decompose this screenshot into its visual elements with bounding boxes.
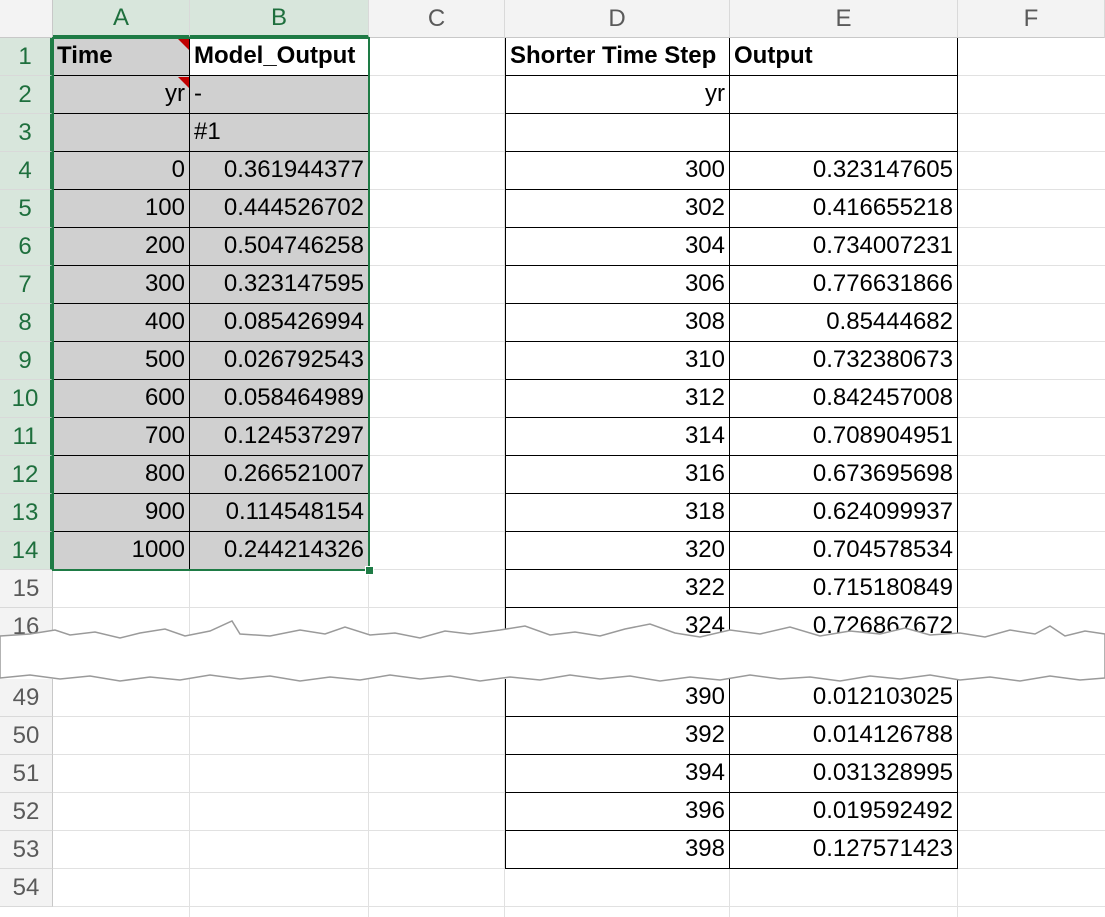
- header-time[interactable]: Time: [53, 38, 190, 76]
- row-header-7[interactable]: 7: [0, 266, 53, 304]
- time-value[interactable]: 100: [53, 190, 190, 228]
- time-value[interactable]: 400: [53, 304, 190, 342]
- output-value[interactable]: 0.704578534: [730, 532, 958, 570]
- output-value[interactable]: 0.624099937: [730, 494, 958, 532]
- row-header-10[interactable]: 10: [0, 380, 53, 418]
- time-step-value[interactable]: 398: [505, 831, 730, 869]
- time-step-value[interactable]: 322: [505, 570, 730, 608]
- row-header-8[interactable]: 8: [0, 304, 53, 342]
- time-step-value[interactable]: 304: [505, 228, 730, 266]
- model-output-value[interactable]: 0.058464989: [190, 380, 369, 418]
- output-value[interactable]: 0.031328995: [730, 755, 958, 793]
- model-output-value[interactable]: 0.244214326: [190, 532, 369, 570]
- row-header-9[interactable]: 9: [0, 342, 53, 380]
- row-header-12[interactable]: 12: [0, 456, 53, 494]
- time-step-value[interactable]: 392: [505, 717, 730, 755]
- output-value[interactable]: 0.715180849: [730, 570, 958, 608]
- output-value[interactable]: 0.708904951: [730, 418, 958, 456]
- label-time[interactable]: [53, 114, 190, 152]
- row-header-54[interactable]: 54: [0, 869, 53, 907]
- unit-shorter-time-step[interactable]: yr: [505, 76, 730, 114]
- time-step-value[interactable]: 308: [505, 304, 730, 342]
- output-value[interactable]: 0.85444682: [730, 304, 958, 342]
- time-value[interactable]: 800: [53, 456, 190, 494]
- time-value[interactable]: 900: [53, 494, 190, 532]
- time-value[interactable]: 500: [53, 342, 190, 380]
- comment-indicator: [178, 77, 189, 88]
- row-header-53[interactable]: 53: [0, 831, 53, 869]
- unit-model-output[interactable]: -: [190, 76, 369, 114]
- time-value[interactable]: 300: [53, 266, 190, 304]
- output-value[interactable]: 0.734007231: [730, 228, 958, 266]
- row-header-1[interactable]: 1: [0, 38, 53, 76]
- model-output-value[interactable]: 0.114548154: [190, 494, 369, 532]
- row-header-2[interactable]: 2: [0, 76, 53, 114]
- row-header-13[interactable]: 13: [0, 494, 53, 532]
- time-step-value[interactable]: 394: [505, 755, 730, 793]
- time-step-value[interactable]: 306: [505, 266, 730, 304]
- row-header-50[interactable]: 50: [0, 717, 53, 755]
- time-step-value[interactable]: 312: [505, 380, 730, 418]
- model-output-value[interactable]: 0.124537297: [190, 418, 369, 456]
- output-value[interactable]: 0.323147605: [730, 152, 958, 190]
- output-value[interactable]: 0.014126788: [730, 717, 958, 755]
- column-header-A[interactable]: A: [53, 0, 190, 38]
- row-header-52[interactable]: 52: [0, 793, 53, 831]
- row-header-5[interactable]: 5: [0, 190, 53, 228]
- output-value[interactable]: 0.127571423: [730, 831, 958, 869]
- spreadsheet-grid[interactable]: A B C D E F 1 2 3 4 5 6 7 8 9 10 11 12 13 14 15 16 49 50 51 52 53 5…: [0, 0, 1105, 917]
- time-value[interactable]: 200: [53, 228, 190, 266]
- select-all-corner[interactable]: [0, 0, 53, 38]
- time-value[interactable]: 600: [53, 380, 190, 418]
- label-model-output[interactable]: #1: [190, 114, 369, 152]
- header-model-output[interactable]: Model_Output: [190, 38, 369, 76]
- time-step-value[interactable]: 318: [505, 494, 730, 532]
- fill-handle[interactable]: [365, 566, 374, 575]
- time-value[interactable]: 1000: [53, 532, 190, 570]
- time-step-value[interactable]: 320: [505, 532, 730, 570]
- time-step-value[interactable]: 302: [505, 190, 730, 228]
- output-value[interactable]: 0.416655218: [730, 190, 958, 228]
- time-step-value[interactable]: 310: [505, 342, 730, 380]
- model-output-value[interactable]: 0.323147595: [190, 266, 369, 304]
- comment-indicator: [178, 39, 189, 50]
- model-output-value[interactable]: 0.504746258: [190, 228, 369, 266]
- row-header-4[interactable]: 4: [0, 152, 53, 190]
- model-output-value[interactable]: 0.026792543: [190, 342, 369, 380]
- time-step-value[interactable]: 316: [505, 456, 730, 494]
- column-header-C[interactable]: C: [369, 0, 505, 38]
- row-header-15[interactable]: 15: [0, 570, 53, 608]
- column-header-D[interactable]: D: [505, 0, 730, 38]
- time-value[interactable]: 700: [53, 418, 190, 456]
- row-header-3[interactable]: 3: [0, 114, 53, 152]
- row-header-6[interactable]: 6: [0, 228, 53, 266]
- output-value[interactable]: 0.732380673: [730, 342, 958, 380]
- model-output-value[interactable]: 0.444526702: [190, 190, 369, 228]
- time-step-value[interactable]: 396: [505, 793, 730, 831]
- output-value[interactable]: 0.019592492: [730, 793, 958, 831]
- column-header-B[interactable]: B: [190, 0, 369, 38]
- time-value[interactable]: 0: [53, 152, 190, 190]
- column-header-E[interactable]: E: [730, 0, 958, 38]
- row-header-14[interactable]: 14: [0, 532, 53, 570]
- gridline: [53, 906, 1105, 907]
- empty-cell[interactable]: [505, 114, 730, 152]
- model-output-value[interactable]: 0.361944377: [190, 152, 369, 190]
- torn-edge-break: [0, 612, 1105, 692]
- row-header-51[interactable]: 51: [0, 755, 53, 793]
- time-step-value[interactable]: 300: [505, 152, 730, 190]
- column-header-F[interactable]: F: [958, 0, 1105, 38]
- output-value[interactable]: 0.673695698: [730, 456, 958, 494]
- time-step-value[interactable]: 314: [505, 418, 730, 456]
- row-header-11[interactable]: 11: [0, 418, 53, 456]
- unit-output[interactable]: [730, 76, 958, 114]
- output-value[interactable]: 0.776631866: [730, 266, 958, 304]
- model-output-value[interactable]: 0.085426994: [190, 304, 369, 342]
- header-output[interactable]: Output: [730, 38, 958, 76]
- empty-cell[interactable]: [730, 114, 958, 152]
- unit-time[interactable]: yr: [53, 76, 190, 114]
- output-value[interactable]: 0.842457008: [730, 380, 958, 418]
- model-output-value[interactable]: 0.266521007: [190, 456, 369, 494]
- header-shorter-time-step[interactable]: Shorter Time Step: [505, 38, 730, 76]
